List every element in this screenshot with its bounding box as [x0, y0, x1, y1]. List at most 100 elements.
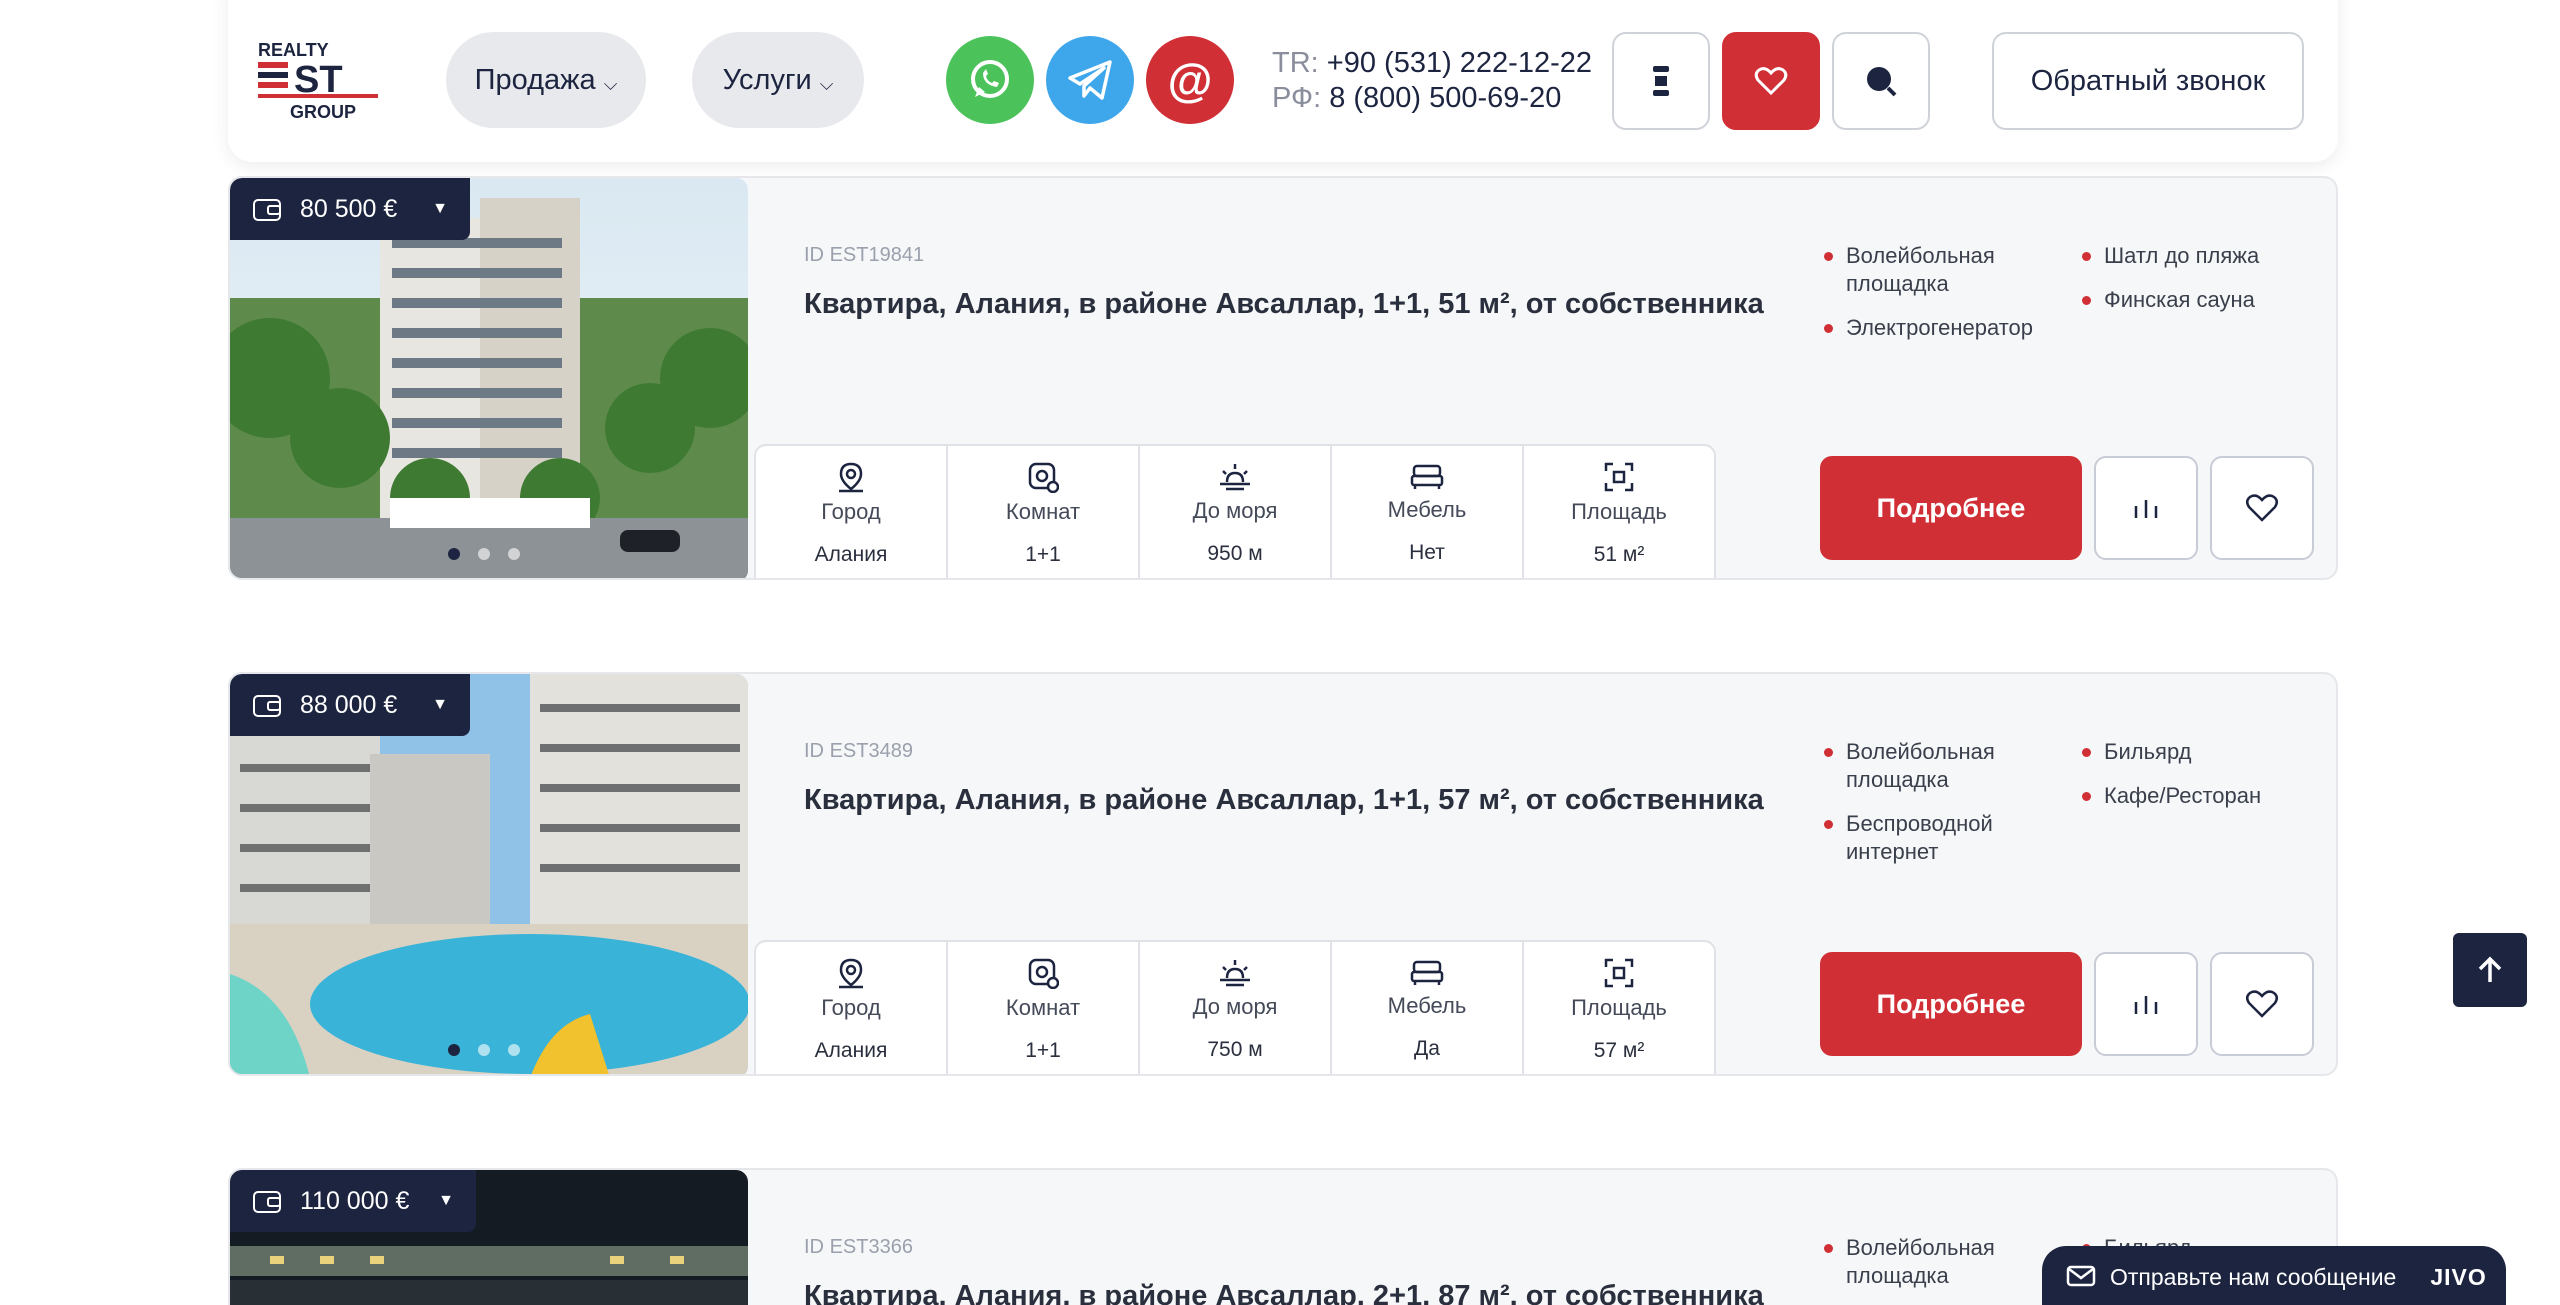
chevron-down-icon: ⌵ — [603, 73, 618, 94]
area-icon — [1604, 958, 1634, 988]
carousel-dot[interactable] — [478, 548, 490, 560]
envelope-icon — [2066, 1265, 2096, 1287]
listing-specs: Город Алания Комнат 1+1 До моря 750 м Ме… — [754, 940, 1716, 1074]
price-badge[interactable]: 88 000 € ▼ — [230, 674, 470, 736]
phone-numbers: TR: +90 (531) 222-12-22 РФ: 8 (800) 500-… — [1272, 46, 1592, 116]
caret-down-icon: ▼ — [432, 696, 448, 713]
location-pin-icon — [839, 958, 863, 989]
feature-item: Шатл до пляжа — [2082, 242, 2302, 270]
whatsapp-icon — [971, 60, 1009, 98]
bar-chart-icon — [2134, 500, 2158, 518]
sunrise-icon — [1220, 960, 1250, 987]
sunrise-icon — [1220, 464, 1250, 491]
spec-city: Город Алания — [756, 446, 948, 578]
listing-photo[interactable]: 80 500 € ▼ — [230, 178, 748, 578]
site-header: REALTY ST GROUP Продажа ⌵ Услуги ⌵ @ TR:… — [228, 0, 2338, 162]
feature-item: Кафе/Ресторан — [2082, 782, 2302, 810]
email-button[interactable]: @ — [1146, 36, 1234, 124]
bed-icon — [1410, 464, 1444, 489]
caret-down-icon: ▼ — [432, 200, 448, 217]
caret-down-icon: ▼ — [438, 1192, 454, 1209]
chevron-down-icon: ⌵ — [819, 73, 834, 94]
compare-icon — [1653, 66, 1669, 96]
telegram-button[interactable] — [1046, 36, 1134, 124]
listing-photo[interactable]: 88 000 € ▼ — [230, 674, 748, 1074]
carousel-dot[interactable] — [448, 1044, 460, 1056]
bed-icon — [1410, 960, 1444, 985]
menu-services[interactable]: Услуги ⌵ — [692, 32, 864, 128]
company-logo[interactable]: REALTY ST GROUP — [256, 38, 386, 122]
listing-title[interactable]: Квартира, Алания, в районе Авсаллар, 1+1… — [804, 288, 1764, 321]
listing-photo[interactable]: 110 000 € ▼ — [230, 1170, 748, 1305]
svg-text:GROUP: GROUP — [290, 102, 356, 122]
heart-icon — [1754, 67, 1788, 96]
location-pin-icon — [839, 462, 863, 493]
spec-sea-distance: До моря 750 м — [1140, 942, 1332, 1074]
feature-item: Бильярд — [2082, 738, 2302, 766]
listing-id: ID EST3489 — [804, 740, 913, 762]
carousel-dots — [448, 548, 520, 560]
spec-sea-distance: До моря 950 м — [1140, 446, 1332, 578]
price-badge[interactable]: 110 000 € ▼ — [230, 1170, 476, 1232]
details-button[interactable]: Подробнее — [1820, 456, 2082, 560]
price-value: 110 000 € — [300, 1186, 410, 1215]
rooms-icon — [1028, 958, 1059, 989]
favorites-button[interactable] — [1722, 32, 1820, 130]
compare-listing-button[interactable] — [2094, 456, 2198, 560]
area-icon — [1604, 462, 1634, 492]
search-button[interactable] — [1832, 32, 1930, 130]
carousel-dot[interactable] — [508, 548, 520, 560]
listing-id: ID EST19841 — [804, 244, 925, 266]
listing-id: ID EST3366 — [804, 1236, 913, 1258]
favorite-listing-button[interactable] — [2210, 952, 2314, 1056]
telegram-icon — [1068, 60, 1112, 100]
whatsapp-button[interactable] — [946, 36, 1034, 124]
listing-card: 80 500 € ▼ ID EST19841 Квартира, Алания,… — [228, 176, 2338, 580]
feature-item: Беспроводной интернет — [1824, 810, 2034, 866]
carousel-dots — [448, 1044, 520, 1056]
bar-chart-icon — [2134, 996, 2158, 1014]
search-icon — [1867, 67, 1897, 97]
feature-item: Волейбольная площадка — [1824, 1234, 2034, 1290]
heart-icon — [2246, 990, 2278, 1018]
chat-label: Отправьте нам сообщение — [2110, 1264, 2397, 1290]
email-icon: @ — [1167, 54, 1213, 106]
wallet-icon — [253, 695, 281, 717]
carousel-dot[interactable] — [478, 1044, 490, 1056]
favorite-listing-button[interactable] — [2210, 456, 2314, 560]
feature-item: Волейбольная площадка — [1824, 738, 2034, 794]
phone-tr[interactable]: TR: +90 (531) 222-12-22 — [1272, 46, 1592, 81]
spec-rooms: Комнат 1+1 — [948, 942, 1140, 1074]
callback-button[interactable]: Обратный звонок — [1992, 32, 2304, 130]
listing-title[interactable]: Квартира, Алания, в районе Авсаллар, 2+1… — [804, 1280, 1764, 1305]
spec-rooms: Комнат 1+1 — [948, 446, 1140, 578]
menu-sale[interactable]: Продажа ⌵ — [446, 32, 646, 128]
scroll-top-button[interactable] — [2453, 933, 2527, 1007]
spec-area: Площадь 51 м² — [1524, 446, 1714, 578]
listing-card: 88 000 € ▼ ID EST3489 Квартира, Алания, … — [228, 672, 2338, 1076]
carousel-dot[interactable] — [508, 1044, 520, 1056]
chat-brand: JIVO — [2430, 1264, 2487, 1290]
listing-card: 110 000 € ▼ ID EST3366 Квартира, Алания,… — [228, 1168, 2338, 1305]
compare-listing-button[interactable] — [2094, 952, 2198, 1056]
svg-text:REALTY: REALTY — [258, 40, 329, 60]
details-button[interactable]: Подробнее — [1820, 952, 2082, 1056]
spec-area: Площадь 57 м² — [1524, 942, 1714, 1074]
chat-widget[interactable]: Отправьте нам сообщение JIVO — [2042, 1246, 2506, 1305]
spec-city: Город Алания — [756, 942, 948, 1074]
listing-specs: Город Алания Комнат 1+1 До моря 950 м Ме… — [754, 444, 1716, 578]
spec-furniture: Мебель Да — [1332, 942, 1524, 1074]
carousel-dot[interactable] — [448, 548, 460, 560]
feature-item: Электрогенератор — [1824, 314, 2034, 342]
spec-furniture: Мебель Нет — [1332, 446, 1524, 578]
listing-title[interactable]: Квартира, Алания, в районе Авсаллар, 1+1… — [804, 784, 1764, 817]
phone-ru[interactable]: РФ: 8 (800) 500-69-20 — [1272, 81, 1592, 116]
menu-sale-label: Продажа — [474, 63, 596, 96]
menu-services-label: Услуги — [722, 63, 812, 96]
feature-item: Финская сауна — [2082, 286, 2302, 314]
heart-icon — [2246, 494, 2278, 522]
rooms-icon — [1028, 462, 1059, 493]
price-badge[interactable]: 80 500 € ▼ — [230, 178, 470, 240]
feature-item: Волейбольная площадка — [1824, 242, 2034, 298]
compare-button[interactable] — [1612, 32, 1710, 130]
